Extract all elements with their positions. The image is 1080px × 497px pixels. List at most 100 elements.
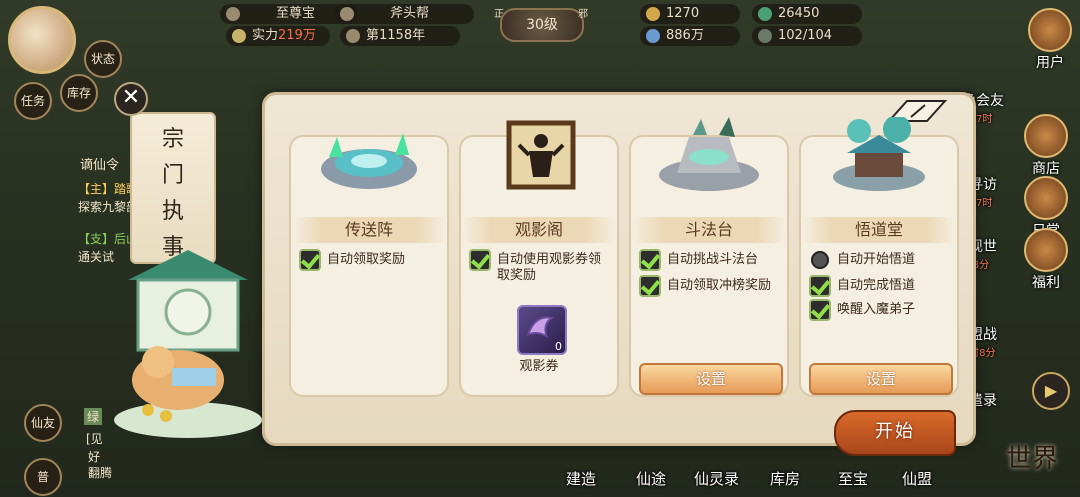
card-arena-title: 斗法台 <box>631 217 787 243</box>
shop-label: 商店 <box>1032 161 1060 177</box>
chat-tag-1: 绿 <box>84 408 103 425</box>
tab-warehouse[interactable]: 库房 <box>770 468 800 489</box>
checkbox-checked-icon[interactable] <box>299 249 321 271</box>
tab-alliance[interactable]: 仙盟 <box>902 468 932 489</box>
resource-1[interactable]: 1270 <box>640 4 740 24</box>
resource-1-value: 1270 <box>666 6 700 21</box>
resource-3-value: 886万 <box>666 28 704 43</box>
tab-path[interactable]: 仙途 <box>636 468 666 489</box>
panel-title-text: 宗门执事 <box>161 127 184 260</box>
chat-tag-2: [见 <box>86 432 103 446</box>
resource-3[interactable]: 886万 <box>640 26 740 46</box>
quest-title[interactable]: 谪仙令 <box>80 154 119 173</box>
panel-title: 宗门执事 <box>132 122 214 266</box>
daily-icon <box>1024 176 1068 220</box>
chat-line-2: 翻腾 <box>88 466 113 480</box>
shop-icon <box>1024 114 1068 158</box>
common-chat-button[interactable]: 普 <box>24 458 62 496</box>
teleport-array-icon <box>321 133 417 189</box>
chat-line-1: 好 <box>88 450 101 464</box>
guild-icon <box>340 7 354 21</box>
guild-box[interactable]: 斧头帮 <box>334 4 474 24</box>
option-label: 自动使用观影券领取奖励 <box>497 252 602 283</box>
option-label: 自动开始悟道 <box>837 252 916 267</box>
task-button[interactable]: 任务 <box>14 82 52 120</box>
resource-4[interactable]: 102/104 <box>752 26 862 46</box>
power-icon <box>232 29 246 43</box>
sect-steward-panel: 传送阵 自动领取奖励 观影阁 自动使用观影券领取奖励 0 观影券 斗法台 自动挑… <box>262 92 976 446</box>
guild-rank: 第1158年 <box>366 28 426 43</box>
option-label: 唤醒入魔弟子 <box>837 302 916 317</box>
guild-name: 斧头帮 <box>390 6 430 21</box>
user-button[interactable]: 用户 <box>1022 8 1078 72</box>
storage-button[interactable]: 库存 <box>60 74 98 112</box>
user-icon <box>1028 8 1072 52</box>
hall-settings-button[interactable]: 设置 <box>809 363 953 395</box>
card-hall-title: 悟道堂 <box>801 217 957 243</box>
viewing-ticket-item[interactable]: 0 <box>517 305 567 355</box>
play-arrow-icon[interactable]: ▶ <box>1032 372 1070 410</box>
quest-main-desc: 探索九黎部 <box>78 200 139 214</box>
disciple-icon <box>758 29 772 43</box>
shop-button[interactable]: 商店 <box>1018 114 1074 178</box>
tab-treasure[interactable]: 至宝 <box>838 468 868 489</box>
power-value: 219万 <box>278 28 316 43</box>
quest-main[interactable]: 【主】踏歌 <box>78 180 138 197</box>
ticket-name: 观影券 <box>519 359 559 374</box>
shrine-mascot-illustration <box>114 250 262 438</box>
option-label: 自动挑战斗法台 <box>667 252 759 267</box>
ticket-count: 0 <box>555 340 562 353</box>
gift-icon <box>1024 228 1068 272</box>
player-title: 至尊宝 <box>276 6 316 21</box>
option-auto-start-enlightenment[interactable]: 自动开始悟道 <box>809 249 955 273</box>
user-label: 用户 <box>1036 55 1064 71</box>
resource-4-value: 102/104 <box>778 28 833 43</box>
option-label: 自动领取奖励 <box>327 252 406 267</box>
quest-side[interactable]: 【支】后山 <box>78 230 138 247</box>
option-auto-complete-enlightenment[interactable]: 自动完成悟道 <box>809 275 955 299</box>
card-viewing-pavilion: 观影阁 自动使用观影券领取奖励 0 观影券 <box>459 120 619 397</box>
checkbox-checked-icon[interactable] <box>469 249 491 271</box>
checkbox-checked-icon[interactable] <box>639 249 661 271</box>
viewing-pavilion-icon <box>506 120 576 190</box>
checkbox-unchecked-icon[interactable] <box>811 251 829 269</box>
tab-build[interactable]: 建造 <box>566 468 596 489</box>
title-scroll: 宗门执事 <box>130 112 216 264</box>
option-auto-claim-reward[interactable]: 自动领取奖励 <box>299 249 445 273</box>
checkbox-checked-icon[interactable] <box>809 299 831 321</box>
option-auto-challenge[interactable]: 自动挑战斗法台 <box>639 249 785 273</box>
option-label: 自动完成悟道 <box>837 278 916 293</box>
arena-icon <box>659 117 759 191</box>
card-viewing-title: 观影阁 <box>461 217 617 243</box>
welfare-button[interactable]: 福利 <box>1018 228 1074 292</box>
card-enlightenment-hall: 悟道堂 自动开始悟道 自动完成悟道 唤醒入魔弟子 设置 <box>799 117 959 397</box>
level-badge: 30级 <box>500 8 584 42</box>
option-auto-use-ticket[interactable]: 自动使用观影券领取奖励 <box>469 249 615 283</box>
welfare-label: 福利 <box>1032 275 1060 291</box>
top-bar: 至尊宝 斧头帮 实力219万 第1158年 正 30级 邪 1270 26450… <box>0 0 1080 74</box>
friends-button[interactable]: 仙友 <box>24 404 62 442</box>
world-button[interactable]: 世界 <box>1006 438 1058 475</box>
person-icon <box>226 7 240 21</box>
power-box: 实力219万 <box>226 26 330 46</box>
card-arena: 斗法台 自动挑战斗法台 自动领取冲榜奖励 设置 <box>629 117 789 397</box>
option-wake-disciple[interactable]: 唤醒入魔弟子 <box>809 299 955 323</box>
crystal-icon <box>646 29 660 43</box>
status-button[interactable]: 状态 <box>84 40 122 78</box>
player-avatar[interactable] <box>8 6 76 74</box>
checkbox-checked-icon[interactable] <box>639 275 661 297</box>
start-button[interactable]: 开始 <box>834 410 956 456</box>
option-label: 自动领取冲榜奖励 <box>667 278 772 293</box>
tab-spirit-record[interactable]: 仙灵录 <box>694 468 739 489</box>
enlightenment-hall-icon <box>833 117 925 191</box>
close-button[interactable]: ✕ <box>114 82 148 116</box>
calendar-icon <box>346 29 360 43</box>
guild-rank-box: 第1158年 <box>340 26 460 46</box>
resource-2[interactable]: 26450 <box>752 4 862 24</box>
checkbox-checked-icon[interactable] <box>809 275 831 297</box>
jade-icon <box>758 7 772 21</box>
option-auto-rank-reward[interactable]: 自动领取冲榜奖励 <box>639 275 785 309</box>
arena-settings-button[interactable]: 设置 <box>639 363 783 395</box>
coin-icon <box>646 7 660 21</box>
card-container: 传送阵 自动领取奖励 观影阁 自动使用观影券领取奖励 0 观影券 斗法台 自动挑… <box>285 117 959 435</box>
